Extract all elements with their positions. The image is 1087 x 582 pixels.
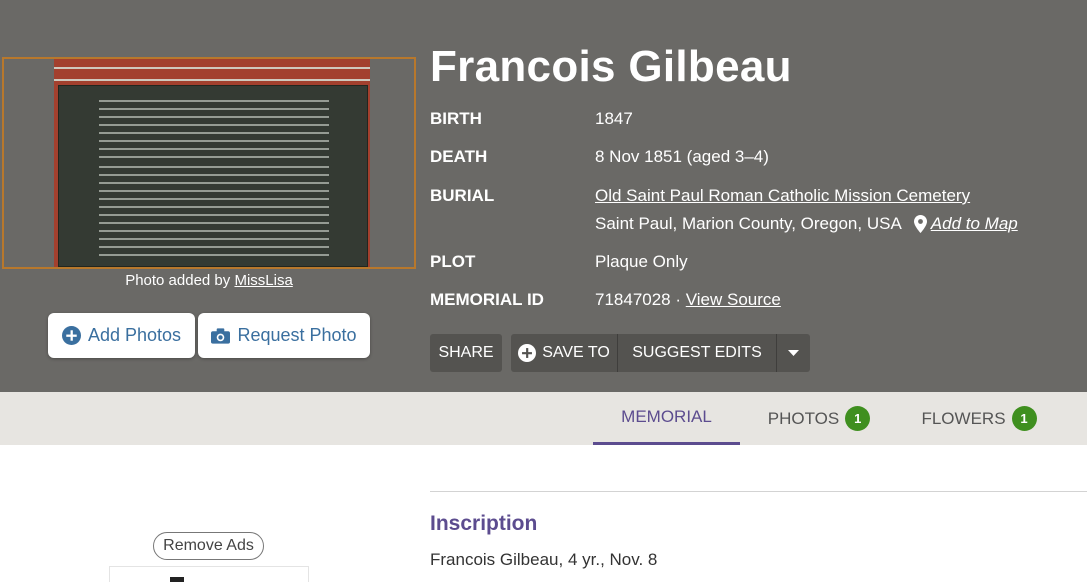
ad-image — [170, 577, 184, 582]
camera-icon — [211, 327, 231, 344]
burial-location: Saint Paul, Marion County, Oregon, USA — [595, 214, 902, 233]
section-divider — [430, 491, 1087, 492]
birth-label: BIRTH — [430, 109, 482, 128]
photo-credit-prefix: Photo added by — [125, 272, 235, 289]
photo-credit-user-link[interactable]: MissLisa — [234, 272, 292, 289]
memorial-plaque-image — [58, 85, 368, 267]
plus-circle-icon — [518, 344, 537, 362]
caret-down-icon — [788, 350, 799, 356]
remove-ads-button[interactable]: Remove Ads — [153, 532, 264, 560]
death-label: DEATH — [430, 147, 488, 166]
add-to-map-link[interactable]: Add to Map — [931, 214, 1018, 234]
request-photo-label: Request Photo — [237, 325, 357, 345]
add-photos-label: Add Photos — [87, 325, 182, 345]
view-source-link[interactable]: View Source — [686, 290, 781, 309]
burial-cemetery-link[interactable]: Old Saint Paul Roman Catholic Mission Ce… — [595, 186, 970, 205]
request-photo-button[interactable]: Request Photo — [198, 313, 370, 358]
plus-circle-icon — [61, 326, 81, 345]
tab-memorial-label: MEMORIAL — [621, 407, 712, 426]
photos-count-badge: 1 — [845, 406, 871, 431]
burial-location-row: Saint Paul, Marion County, Oregon, USA A… — [595, 214, 1018, 234]
remove-ads-label: Remove Ads — [163, 537, 254, 554]
map-pin-icon — [913, 215, 927, 233]
memorial-photo[interactable] — [2, 57, 416, 269]
tab-memorial[interactable]: MEMORIAL — [593, 392, 740, 445]
save-to-label: SAVE TO — [542, 344, 610, 361]
memorial-action-group: SAVE TO SUGGEST EDITS — [511, 334, 810, 372]
share-button[interactable]: SHARE — [430, 334, 502, 372]
tab-flowers-label: FLOWERS — [921, 408, 1006, 428]
tab-photos[interactable]: PHOTOS 1 — [760, 392, 878, 445]
inscription-heading: Inscription — [430, 512, 538, 535]
birth-value: 1847 — [595, 109, 633, 128]
memorial-id-value: 71847028 · — [595, 290, 686, 309]
more-actions-dropdown[interactable] — [777, 334, 810, 372]
suggest-edits-button[interactable]: SUGGEST EDITS — [618, 334, 776, 372]
photo-credit: Photo added by MissLisa — [2, 272, 416, 289]
save-to-button[interactable]: SAVE TO — [511, 334, 617, 372]
death-value: 8 Nov 1851 (aged 3–4) — [595, 147, 769, 166]
advertisement[interactable] — [109, 566, 309, 582]
memorial-name: Francois Gilbeau — [430, 42, 792, 91]
plot-label: PLOT — [430, 252, 476, 271]
tab-flowers[interactable]: FLOWERS 1 — [916, 392, 1042, 445]
tab-photos-label: PHOTOS — [767, 408, 840, 428]
add-photos-button[interactable]: Add Photos — [48, 313, 195, 358]
burial-label: BURIAL — [430, 186, 495, 205]
memorial-id-row: 71847028 · View Source — [595, 290, 781, 310]
share-label: SHARE — [438, 344, 494, 361]
inscription-text: Francois Gilbeau, 4 yr., Nov. 8 — [430, 550, 658, 569]
suggest-edits-label: SUGGEST EDITS — [632, 344, 762, 361]
plot-value: Plaque Only — [595, 252, 688, 271]
memorial-id-label: MEMORIAL ID — [430, 290, 544, 309]
flowers-count-badge: 1 — [1011, 406, 1037, 431]
burial-cemetery-wrap: Old Saint Paul Roman Catholic Mission Ce… — [595, 186, 970, 206]
